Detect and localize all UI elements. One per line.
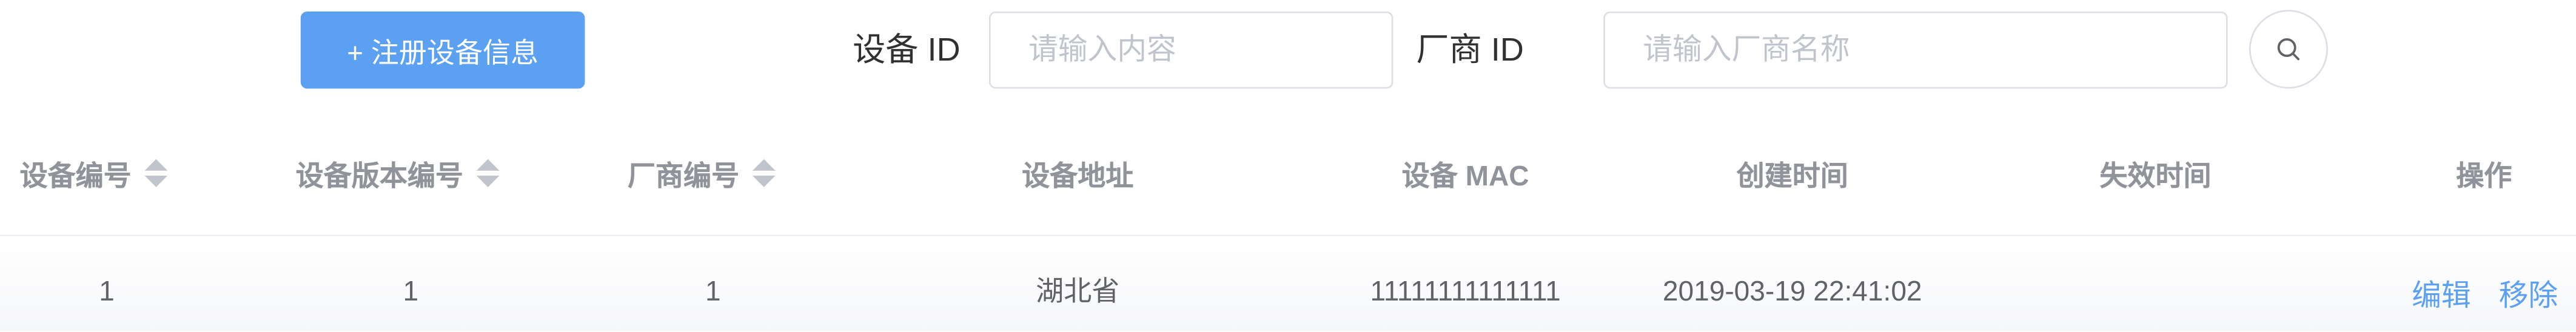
column-version-no-label: 设备版本编号 bbox=[295, 160, 463, 191]
edit-link[interactable]: 编辑 bbox=[2412, 276, 2471, 315]
column-address-label: 设备地址 bbox=[1022, 160, 1134, 191]
column-device-no-label: 设备编号 bbox=[19, 160, 132, 191]
register-device-label: + 注册设备信息 bbox=[347, 38, 539, 69]
column-expires-label: 失效时间 bbox=[2099, 160, 2212, 191]
search-icon bbox=[2277, 38, 2300, 61]
column-vendor-no-label: 厂商编号 bbox=[627, 160, 740, 191]
column-version-no[interactable]: 设备版本编号 bbox=[296, 151, 500, 193]
cell-mac: 11111111111111 bbox=[1370, 276, 1561, 307]
column-expires: 失效时间 bbox=[2041, 151, 2270, 193]
cell-address: 湖北省 bbox=[1036, 276, 1120, 307]
cell-vendor-no: 1 bbox=[705, 276, 721, 307]
cell-expires bbox=[2057, 273, 2254, 312]
cell-version-no: 1 bbox=[403, 276, 419, 307]
column-created: 创建时间 bbox=[1677, 151, 1907, 193]
remove-link[interactable]: 移除 bbox=[2499, 276, 2558, 315]
column-device-no[interactable]: 设备编号 bbox=[20, 151, 168, 193]
sort-caret-icon[interactable] bbox=[144, 158, 168, 187]
vendor-id-input[interactable] bbox=[1603, 11, 2228, 89]
sort-caret-icon[interactable] bbox=[476, 158, 500, 187]
device-id-label: 设备 ID bbox=[853, 33, 961, 69]
search-button[interactable] bbox=[2249, 10, 2328, 89]
device-management-panel: + 注册设备信息 设备 ID 厂商 ID 设备编号 设备版本编号 厂商编号 设备… bbox=[0, 0, 2576, 332]
column-mac: 设备 MAC bbox=[1350, 151, 1580, 193]
column-created-label: 创建时间 bbox=[1736, 160, 1848, 191]
vendor-id-label: 厂商 ID bbox=[1416, 33, 1524, 69]
column-mac-label: 设备 MAC bbox=[1401, 160, 1529, 191]
column-vendor-no[interactable]: 厂商编号 bbox=[628, 151, 776, 193]
cell-created: 2019-03-19 22:41:02 bbox=[1662, 276, 1922, 307]
cell-device-no: 1 bbox=[99, 276, 115, 307]
sort-caret-icon[interactable] bbox=[752, 158, 776, 187]
column-actions-label: 操作 bbox=[2456, 160, 2512, 191]
column-address: 设备地址 bbox=[963, 151, 1193, 193]
register-device-button[interactable]: + 注册设备信息 bbox=[300, 11, 585, 89]
column-actions: 操作 bbox=[2418, 151, 2550, 193]
device-id-input[interactable] bbox=[988, 11, 1394, 89]
